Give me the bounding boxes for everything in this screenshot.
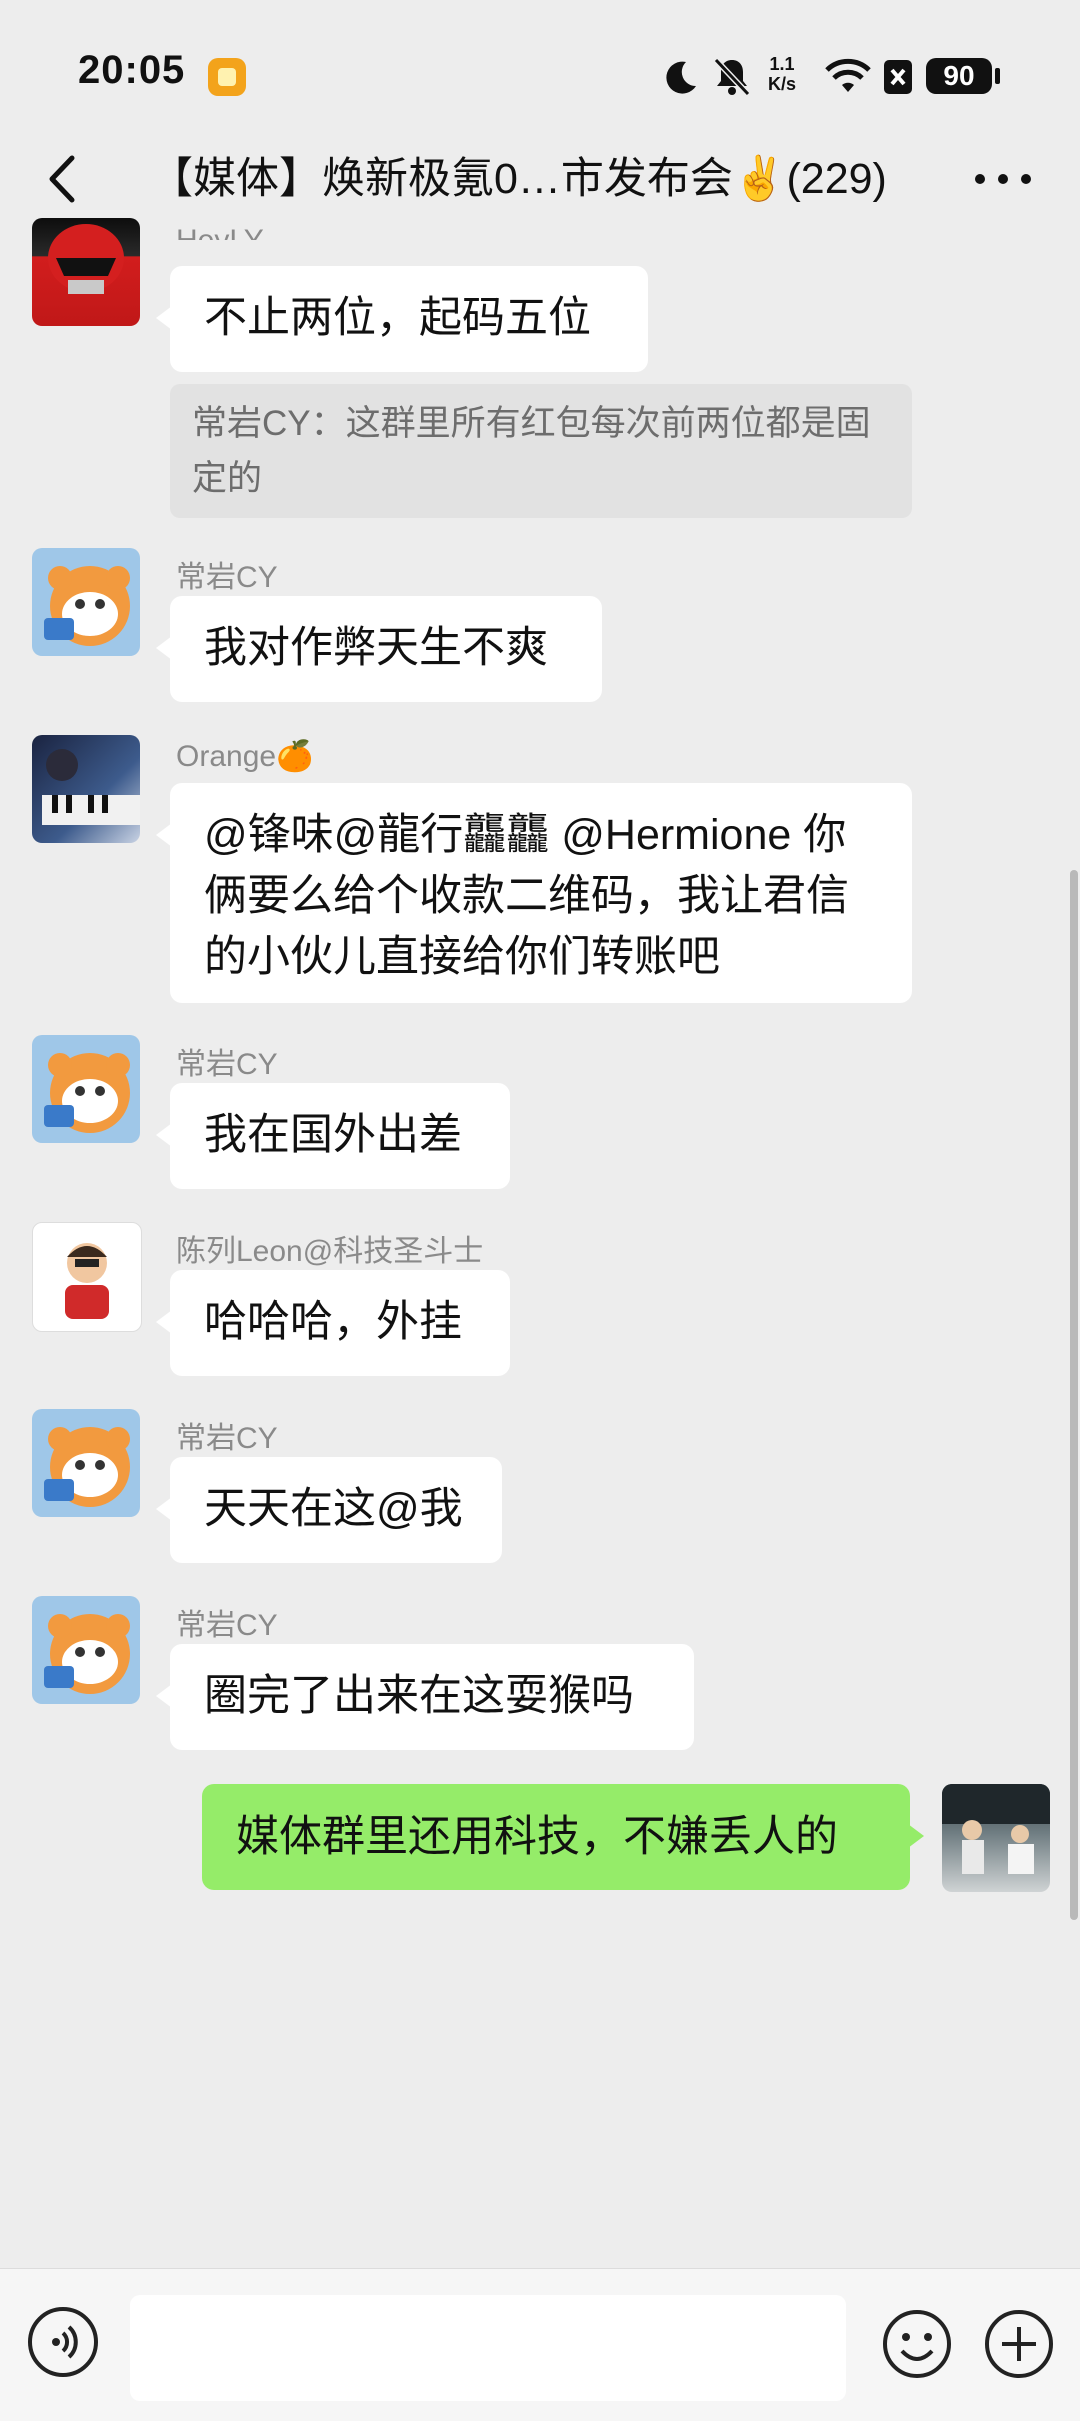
plus-icon[interactable] [982, 2307, 1056, 2381]
my-message-bubble[interactable]: 媒体群里还用科技，不嫌丢人的 [202, 1784, 924, 1890]
moon-icon [666, 61, 696, 94]
status-time: 20:05 [78, 48, 186, 92]
sim-icon [884, 60, 912, 94]
avatar[interactable] [32, 1409, 140, 1517]
emoji-icon[interactable] [880, 2307, 954, 2381]
status-bar: 20:05 1.1 K/s 90 [0, 0, 1080, 120]
chat-header: 【媒体】焕新极氪0…市发布会✌️(229) [0, 120, 1080, 238]
sender-name: 常岩CY [176, 1048, 278, 1081]
message-bubble[interactable]: 天天在这@我 [156, 1457, 502, 1563]
net-speed-unit: K/s [768, 74, 797, 94]
avatar[interactable] [32, 1035, 140, 1143]
sender-name: HeyLY [176, 224, 264, 240]
net-speed-value: 1.1 [769, 54, 795, 74]
raccoon-avatar-image [44, 1614, 130, 1694]
message-bubble[interactable]: 我对作弊天生不爽 [156, 596, 602, 702]
avatar-image [48, 224, 124, 294]
message-input[interactable] [130, 2295, 846, 2401]
voice-icon[interactable] [28, 2307, 98, 2377]
voice-waves [52, 2325, 78, 2359]
sender-name: 常岩CY [176, 1609, 278, 1642]
sender-name: 常岩CY [176, 1422, 278, 1455]
raccoon-avatar-image [44, 1053, 130, 1133]
message-bubble[interactable]: 哈哈哈，外挂 [156, 1270, 510, 1376]
piano-avatar-image [42, 749, 140, 825]
my-avatar[interactable] [942, 1784, 1050, 1892]
wifi-icon [825, 58, 871, 92]
raccoon-avatar-image [44, 566, 130, 646]
sender-name: Orange🍊 [176, 740, 314, 773]
message-bubble[interactable]: 圈完了出来在这耍猴吗 [156, 1644, 694, 1750]
app-notification-icon [208, 58, 246, 96]
sender-name: 陈列Leon@科技圣斗士 [176, 1235, 484, 1268]
battery-tip [995, 68, 1000, 84]
avatar[interactable] [32, 548, 140, 656]
message-bubble[interactable]: 我在国外出差 [156, 1083, 510, 1189]
scrollbar[interactable] [1070, 870, 1078, 1920]
avatar[interactable] [32, 735, 140, 843]
avatar[interactable] [32, 218, 140, 326]
battery-level: 90 [926, 58, 992, 94]
input-bar [0, 2268, 1080, 2421]
chat-title[interactable]: 【媒体】焕新极氪0…市发布会✌️(229) [150, 148, 920, 210]
message-bubble[interactable]: 不止两位，起码五位 [156, 266, 648, 372]
avatar[interactable] [32, 1222, 142, 1332]
mute-icon [713, 57, 751, 96]
more-icon[interactable] [968, 154, 1038, 204]
avatar[interactable] [32, 1596, 140, 1704]
net-speed: 1.1 K/s [768, 54, 796, 94]
message-bubble[interactable]: @锋味@龍行龘龘 @Hermione 你俩要么给个收款二维码，我让君信的小伙儿直… [156, 783, 912, 1003]
my-avatar-image [942, 1784, 1050, 1874]
cartoon-avatar-image [65, 1243, 109, 1319]
raccoon-avatar-image [44, 1427, 130, 1507]
quoted-message[interactable]: 常岩CY：这群里所有红包每次前两位都是固定的 [170, 384, 912, 518]
sender-name: 常岩CY [176, 561, 278, 594]
back-icon[interactable] [36, 150, 94, 208]
